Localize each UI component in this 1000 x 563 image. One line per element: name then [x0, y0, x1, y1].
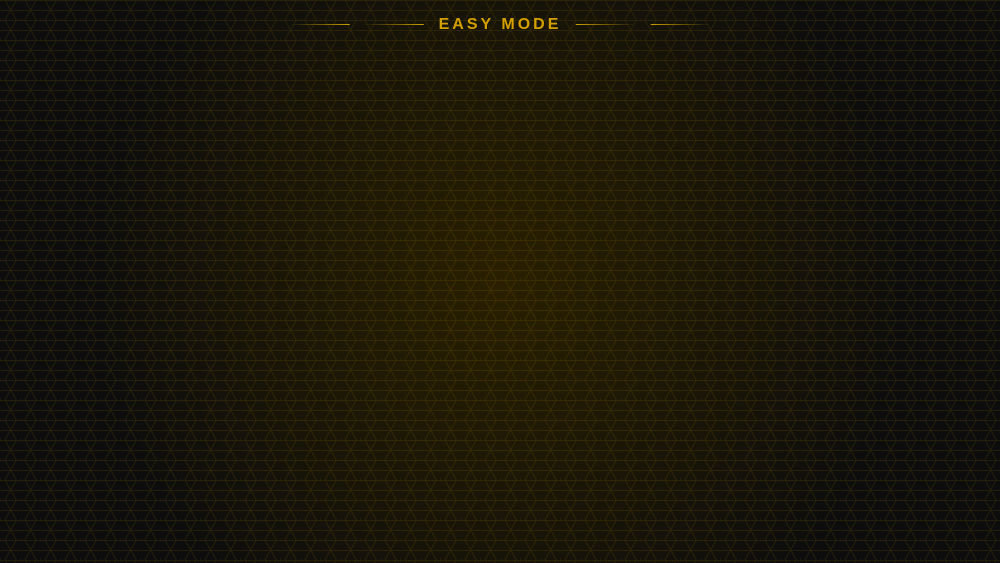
page-title: EASY MODE [439, 16, 562, 33]
easy-mode-title: EASY MODE [280, 16, 721, 34]
